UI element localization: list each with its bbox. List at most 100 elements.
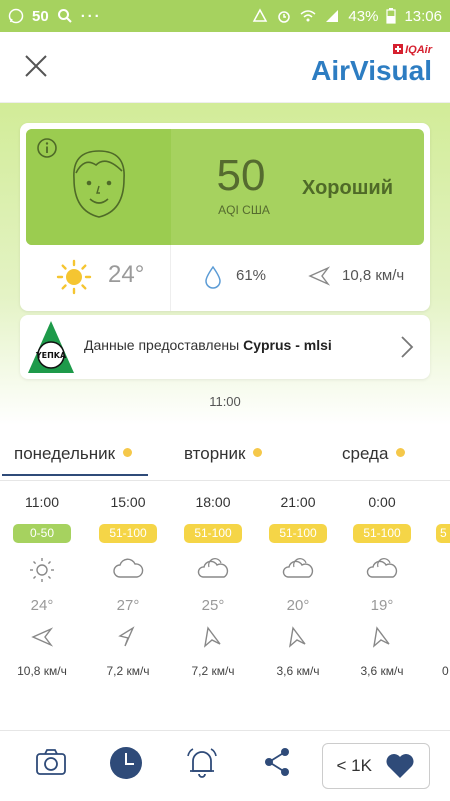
source-logo-text: ΥΕΠΚΑ bbox=[35, 351, 67, 360]
aqi-dot bbox=[396, 448, 406, 457]
notification-count: 50 bbox=[32, 7, 49, 25]
source-logo: ΥΕΠΚΑ bbox=[28, 321, 74, 373]
battery-percent: 43% bbox=[348, 7, 379, 25]
sun-icon bbox=[56, 259, 92, 295]
wind-direction-icon bbox=[288, 626, 306, 648]
hour-temperature: 25° bbox=[201, 597, 225, 614]
aqi-value: 50 bbox=[216, 151, 266, 200]
bottom-navigation: < 1K bbox=[0, 730, 450, 801]
hour-wind: 7,2 км/ч bbox=[106, 664, 150, 678]
brand-name: AirVisual bbox=[311, 55, 432, 86]
hour-temperature: 24° bbox=[30, 597, 54, 614]
day-tabs: понедельник вторник среда bbox=[0, 432, 450, 481]
upload-icon bbox=[253, 8, 268, 22]
aqi-badge: 5 bbox=[436, 524, 450, 543]
tab-label: понедельник bbox=[14, 444, 116, 463]
whatsapp-icon bbox=[8, 8, 24, 24]
cloud-icon bbox=[113, 558, 144, 578]
hour-time: 21:00 bbox=[280, 494, 316, 510]
hour-wind: 3,6 км/ч bbox=[360, 664, 404, 678]
source-prefix: Данные предоставлены bbox=[84, 337, 244, 353]
wind-speed: 10,8 км/ч bbox=[342, 267, 405, 284]
hero-section: 50 AQI США Хороший 24° 61% 10,8 км/ч ΥΕΠ… bbox=[0, 103, 450, 425]
aqi-badge: 0-50 bbox=[13, 524, 71, 543]
hour-wind: 3,6 км/ч bbox=[276, 664, 320, 678]
close-icon[interactable] bbox=[22, 52, 50, 80]
hour-wind: 0 bbox=[442, 664, 449, 678]
wifi-icon bbox=[300, 10, 316, 22]
humidity-drop-icon bbox=[205, 265, 221, 289]
alarm-icon bbox=[278, 11, 291, 23]
hour-temperature: 27° bbox=[116, 597, 140, 614]
camera-icon[interactable] bbox=[34, 745, 68, 779]
aqi-face-panel bbox=[26, 129, 171, 245]
hour-time: 11:00 bbox=[25, 494, 59, 510]
hour-time: 15:00 bbox=[110, 494, 146, 510]
heart-icon bbox=[386, 754, 414, 778]
hour-column: 0:00 51-100 19° 3,6 км/ч bbox=[346, 494, 418, 678]
updated-time: 11:00 bbox=[209, 394, 241, 409]
current-temperature: 24° bbox=[108, 261, 145, 288]
hour-wind: 7,2 км/ч bbox=[191, 664, 235, 678]
tab-tuesday[interactable]: вторник bbox=[184, 444, 263, 464]
wind-direction-icon bbox=[308, 266, 330, 286]
tab-label: вторник bbox=[184, 444, 246, 463]
temperature-cell: 24° bbox=[20, 245, 171, 311]
search-icon bbox=[57, 9, 72, 23]
tab-label: среда bbox=[342, 444, 389, 463]
aqi-panel: 50 AQI США Хороший bbox=[26, 129, 424, 245]
share-icon[interactable] bbox=[262, 745, 292, 779]
aqi-badge: 51-100 bbox=[99, 524, 157, 543]
happy-face-icon bbox=[73, 150, 125, 218]
aqi-dot bbox=[253, 448, 263, 457]
hourly-forecast: 11:00 0-50 24° 10,8 км/ч 15:00 51-100 27… bbox=[0, 494, 450, 694]
source-name: Cyprus - mlsi bbox=[243, 337, 332, 353]
hour-wind: 10,8 км/ч bbox=[17, 664, 67, 678]
tab-monday[interactable]: понедельник bbox=[1, 444, 149, 476]
like-button[interactable]: < 1K bbox=[322, 743, 430, 789]
hour-column: 15:00 51-100 27° 7,2 км/ч bbox=[92, 494, 164, 678]
hour-column-partial: 5 0 bbox=[430, 494, 450, 678]
sun-outline-icon bbox=[30, 558, 54, 582]
info-icon[interactable] bbox=[36, 137, 58, 159]
source-text: Данные предоставлены Cyprus - mlsi bbox=[84, 337, 332, 353]
hour-time bbox=[430, 494, 450, 510]
wind-direction-icon bbox=[31, 627, 54, 647]
clock-icon[interactable] bbox=[108, 745, 144, 781]
hour-column: 21:00 51-100 20° 3,6 км/ч bbox=[262, 494, 334, 678]
hour-column: 11:00 0-50 24° 10,8 км/ч bbox=[6, 494, 78, 678]
signal-icon bbox=[326, 10, 339, 22]
data-source-row[interactable]: ΥΕΠΚΑ Данные предоставлены Cyprus - mlsi bbox=[20, 315, 430, 379]
hour-temperature: 20° bbox=[286, 597, 310, 614]
tab-wednesday[interactable]: среда bbox=[342, 444, 406, 464]
cloud-icon bbox=[366, 558, 398, 578]
hour-temperature: 19° bbox=[370, 597, 394, 614]
status-bar: 50 ··· 43% 13:06 bbox=[0, 0, 450, 32]
aqi-status: Хороший bbox=[302, 177, 393, 199]
app-header: IQAir AirVisual bbox=[0, 32, 450, 103]
wind-direction-icon bbox=[118, 626, 135, 647]
clock: 13:06 bbox=[404, 7, 442, 25]
cloud-icon bbox=[282, 558, 314, 578]
humidity-value: 61% bbox=[236, 267, 267, 284]
hour-column: 18:00 51-100 25° 7,2 км/ч bbox=[177, 494, 249, 678]
likes-count: < 1K bbox=[336, 756, 372, 775]
aqi-dot bbox=[123, 448, 133, 457]
aqi-card: 50 AQI США Хороший 24° 61% 10,8 км/ч bbox=[20, 123, 430, 311]
aqi-badge: 51-100 bbox=[353, 524, 411, 543]
hour-time: 18:00 bbox=[195, 494, 231, 510]
more-notifications: ··· bbox=[80, 7, 102, 25]
cloud-icon bbox=[197, 558, 229, 578]
wind-direction-icon bbox=[372, 626, 390, 648]
aqi-badge: 51-100 bbox=[184, 524, 242, 543]
swiss-cross-icon bbox=[393, 44, 404, 54]
bell-icon[interactable] bbox=[184, 745, 220, 781]
wind-direction-icon bbox=[203, 626, 221, 648]
chevron-right-icon[interactable] bbox=[400, 335, 414, 359]
aqi-badge: 51-100 bbox=[269, 524, 327, 543]
weather-row: 24° 61% 10,8 км/ч bbox=[20, 245, 430, 311]
hour-time: 0:00 bbox=[368, 494, 396, 510]
battery-icon bbox=[386, 8, 397, 24]
aqi-label: AQI США bbox=[218, 203, 270, 217]
brand-logo: IQAir AirVisual bbox=[311, 44, 432, 86]
